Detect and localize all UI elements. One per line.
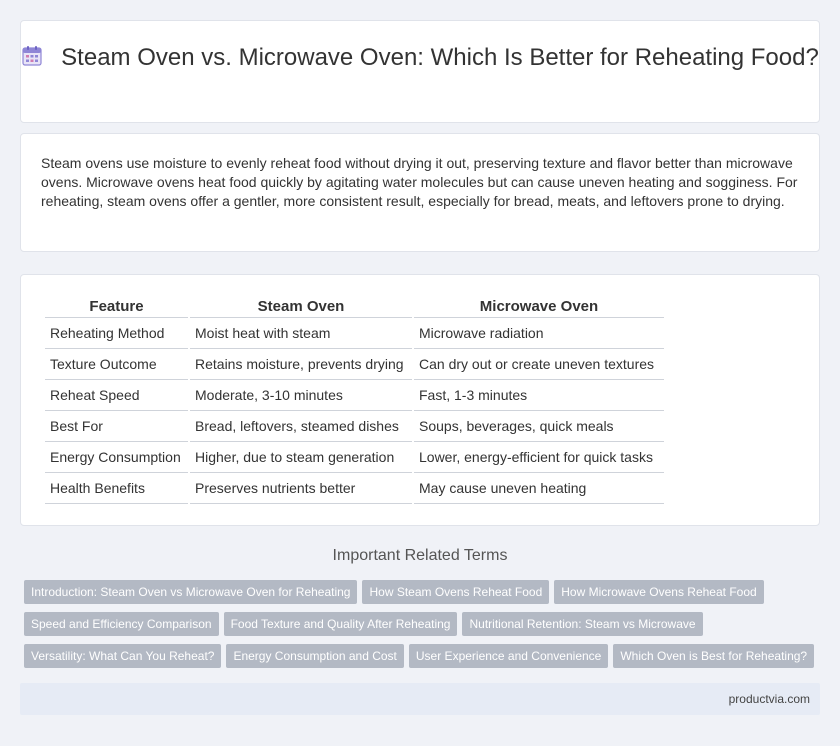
table-cell: Bread, leftovers, steamed dishes [190,411,412,442]
intro-text: Steam ovens use moisture to evenly rehea… [41,155,798,209]
column-header: Feature [45,295,188,318]
table-cell: Retains moisture, prevents drying [190,349,412,380]
page-title: Steam Oven vs. Microwave Oven: Which Is … [61,44,819,71]
table-cell: Microwave radiation [414,318,664,349]
footer: productvia.com [20,683,820,715]
table-cell: Health Benefits [45,473,188,504]
table-cell: Higher, due to steam generation [190,442,412,473]
table-row: Health Benefits Preserves nutrients bett… [45,473,664,504]
table-cell: Lower, energy-efficient for quick tasks [414,442,664,473]
calendar-icon [22,46,42,66]
related-term-tag[interactable]: Which Oven is Best for Reheating? [613,644,815,668]
table-row: Energy Consumption Higher, due to steam … [45,442,664,473]
related-term-tag[interactable]: Versatility: What Can You Reheat? [24,644,222,668]
table-header-row: Feature Steam Oven Microwave Oven [45,295,664,318]
column-header: Microwave Oven [414,295,664,318]
table-row: Texture Outcome Retains moisture, preven… [45,349,664,380]
table-row: Reheating Method Moist heat with steam M… [45,318,664,349]
table-cell: Soups, beverages, quick meals [414,411,664,442]
tag-row: Introduction: Steam Oven vs Microwave Ov… [24,580,824,612]
comparison-card: Feature Steam Oven Microwave Oven Reheat… [20,274,820,526]
related-term-tag[interactable]: How Microwave Ovens Reheat Food [554,580,764,604]
table-cell: May cause uneven heating [414,473,664,504]
related-term-tag[interactable]: Speed and Efficiency Comparison [24,612,219,636]
table-cell: Moist heat with steam [190,318,412,349]
tag-row: Speed and Efficiency Comparison Food Text… [24,612,824,644]
related-terms-title: Important Related Terms [332,547,508,564]
table-cell: Texture Outcome [45,349,188,380]
related-term-tag[interactable]: How Steam Ovens Reheat Food [362,580,550,604]
column-header: Steam Oven [190,295,412,318]
table-cell: Fast, 1-3 minutes [414,380,664,411]
table-cell: Best For [45,411,188,442]
comparison-table: Feature Steam Oven Microwave Oven Reheat… [43,295,666,504]
table-cell: Preserves nutrients better [190,473,412,504]
table-row: Reheat Speed Moderate, 3-10 minutes Fast… [45,380,664,411]
table-row: Best For Bread, leftovers, steamed dishe… [45,411,664,442]
header-card: Steam Oven vs. Microwave Oven: Which Is … [20,20,820,123]
tag-row: Versatility: What Can You Reheat? Energy … [24,644,824,676]
table-cell: Reheat Speed [45,380,188,411]
table-cell: Moderate, 3-10 minutes [190,380,412,411]
intro-card: Steam ovens use moisture to evenly rehea… [20,133,820,252]
related-term-tag[interactable]: User Experience and Convenience [408,644,609,668]
table-cell: Can dry out or create uneven textures [414,349,664,380]
related-term-tag[interactable]: Introduction: Steam Oven vs Microwave Ov… [24,580,358,604]
related-terms-list: Introduction: Steam Oven vs Microwave Ov… [24,580,824,676]
related-term-tag[interactable]: Food Texture and Quality After Reheating [223,612,458,636]
related-term-tag[interactable]: Nutritional Retention: Steam vs Microwav… [462,612,703,636]
table-cell: Reheating Method [45,318,188,349]
table-cell: Energy Consumption [45,442,188,473]
footer-site-name: productvia.com [728,692,810,706]
page-title-wrap: Steam Oven vs. Microwave Oven: Which Is … [21,43,819,72]
related-term-tag[interactable]: Energy Consumption and Cost [226,644,404,668]
